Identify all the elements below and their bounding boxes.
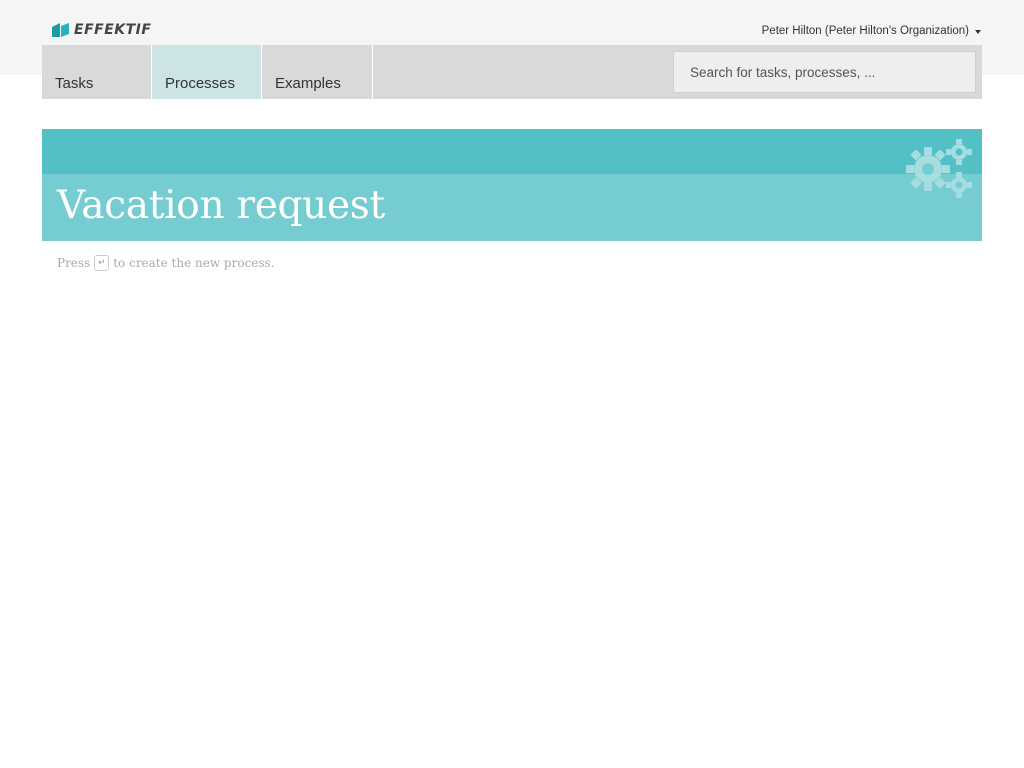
logo-mark-icon [52, 23, 70, 37]
logo-text: effektif [74, 22, 152, 38]
gears-icon [904, 137, 976, 206]
search-input[interactable] [673, 51, 976, 93]
create-hint: Press ↵ to create the new process. [57, 255, 275, 271]
brand-logo[interactable]: effektif [52, 22, 151, 38]
hint-prefix: Press [57, 256, 91, 270]
user-menu-label: Peter Hilton (Peter Hilton's Organizatio… [761, 25, 969, 37]
tab-processes[interactable]: Processes [152, 45, 262, 99]
user-menu[interactable]: Peter Hilton (Peter Hilton's Organizatio… [762, 25, 981, 37]
process-title[interactable]: Vacation request [57, 183, 385, 228]
chevron-down-icon [975, 29, 981, 34]
tab-examples[interactable]: Examples [262, 45, 373, 99]
enter-key-icon: ↵ [94, 255, 110, 271]
banner-header-strip [42, 129, 982, 174]
tab-tasks[interactable]: Tasks [42, 45, 152, 99]
hint-suffix: to create the new process. [113, 256, 275, 270]
